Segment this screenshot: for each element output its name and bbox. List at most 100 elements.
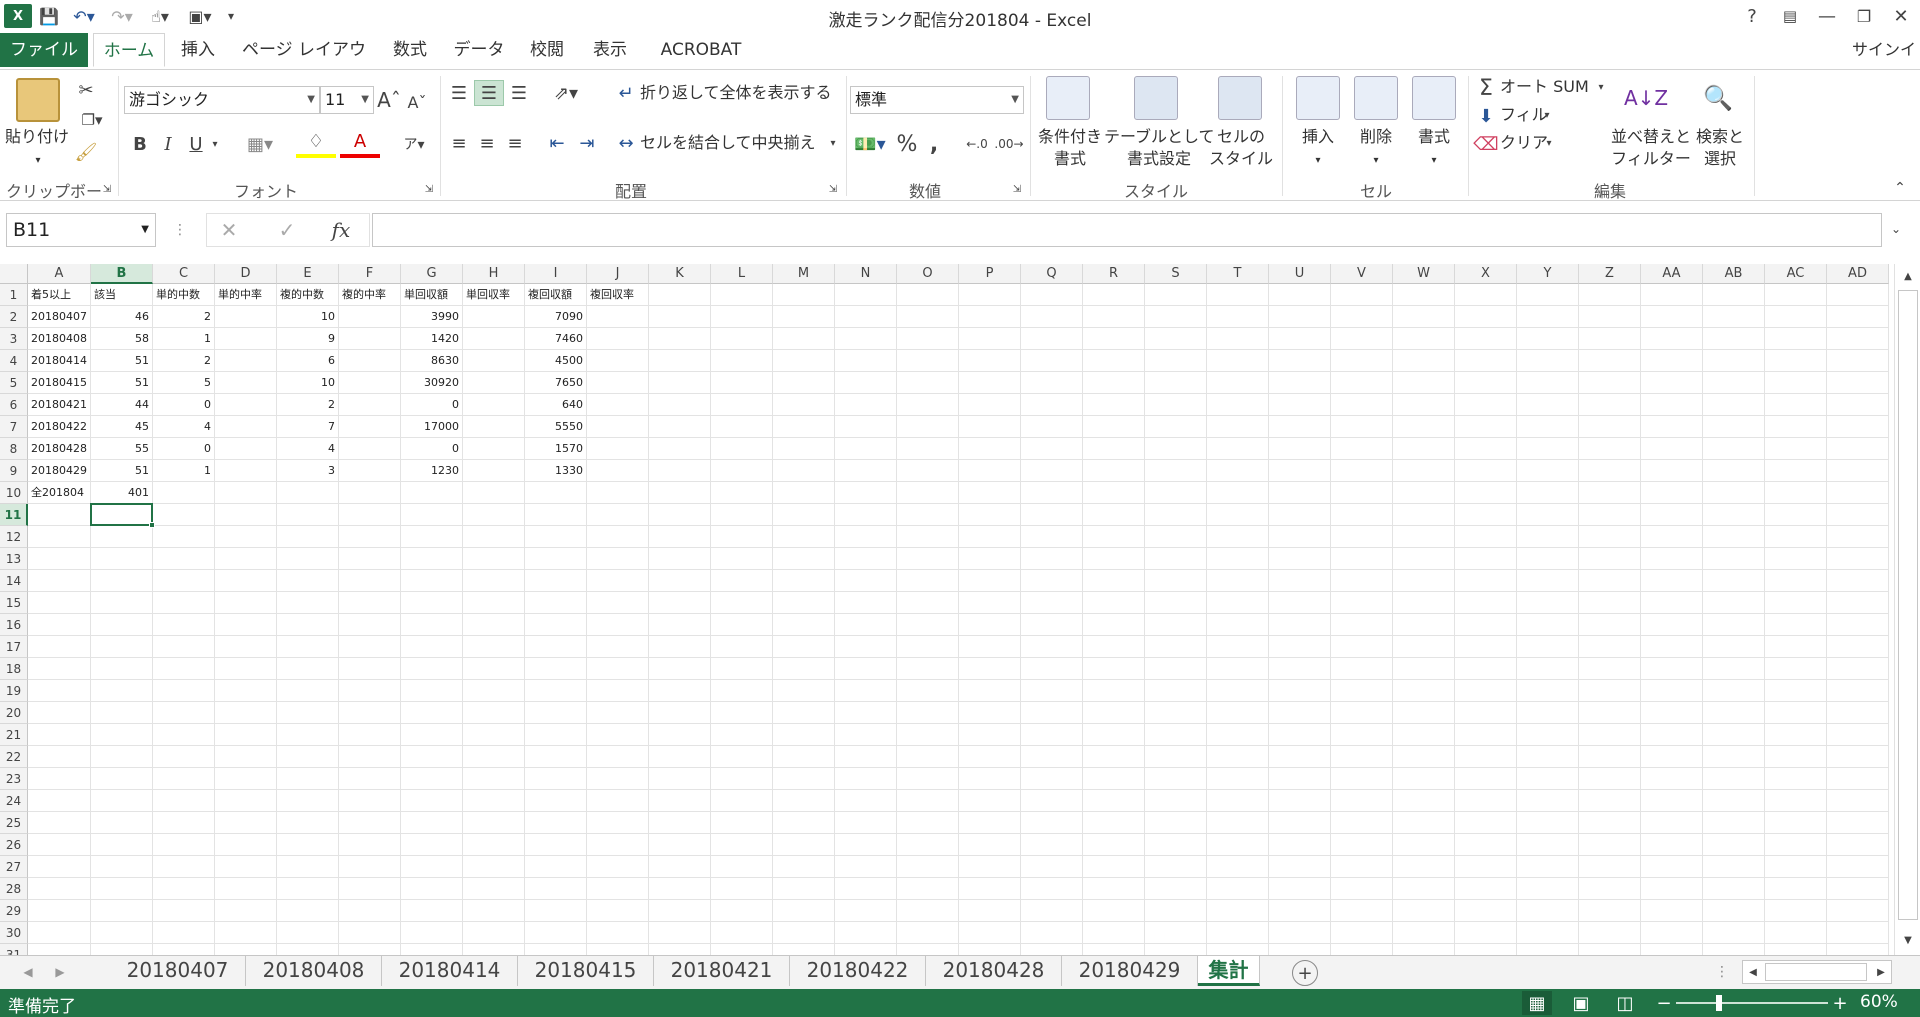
cell[interactable] [773, 372, 835, 394]
cell[interactable] [525, 812, 587, 834]
cell[interactable] [1021, 614, 1083, 636]
cell[interactable]: 55 [91, 438, 153, 460]
cell[interactable]: 20180414 [28, 350, 91, 372]
cell[interactable] [1021, 438, 1083, 460]
font-size-combo[interactable]: 11 ▼ [320, 86, 374, 114]
cell[interactable] [1269, 900, 1331, 922]
cell[interactable] [215, 306, 277, 328]
tab-acrobat[interactable]: ACROBAT [646, 33, 756, 67]
cell[interactable]: 44 [91, 394, 153, 416]
phonetic-guide-icon[interactable]: ア▾ [396, 130, 432, 158]
cell[interactable] [649, 768, 711, 790]
cell[interactable] [277, 548, 339, 570]
cell[interactable] [711, 856, 773, 878]
cell[interactable] [1765, 350, 1827, 372]
cell[interactable] [215, 394, 277, 416]
cell[interactable] [525, 680, 587, 702]
cell[interactable] [1021, 658, 1083, 680]
cell[interactable] [339, 526, 401, 548]
cell[interactable] [1331, 548, 1393, 570]
cell[interactable] [1145, 372, 1207, 394]
cell[interactable] [1641, 350, 1703, 372]
cell[interactable] [1827, 482, 1889, 504]
cell[interactable] [1517, 878, 1579, 900]
cell[interactable] [277, 724, 339, 746]
cell[interactable] [711, 416, 773, 438]
cell[interactable] [1765, 922, 1827, 944]
cell[interactable] [1765, 790, 1827, 812]
cell[interactable] [1021, 592, 1083, 614]
cell[interactable] [1331, 922, 1393, 944]
cell[interactable] [897, 328, 959, 350]
cell[interactable] [153, 570, 215, 592]
cell[interactable] [1703, 592, 1765, 614]
column-header[interactable]: S [1145, 264, 1207, 284]
column-header[interactable]: B [91, 264, 153, 284]
cell[interactable] [897, 878, 959, 900]
cell[interactable] [1393, 306, 1455, 328]
cell[interactable] [215, 790, 277, 812]
cell[interactable] [1207, 372, 1269, 394]
cell[interactable] [1083, 900, 1145, 922]
cell[interactable] [1083, 746, 1145, 768]
cell[interactable] [1765, 768, 1827, 790]
cell[interactable] [1579, 592, 1641, 614]
cell[interactable] [1021, 328, 1083, 350]
cell[interactable] [711, 680, 773, 702]
cell[interactable] [1827, 416, 1889, 438]
cell[interactable] [773, 526, 835, 548]
cell[interactable] [401, 900, 463, 922]
cell[interactable] [835, 680, 897, 702]
cell[interactable]: 20180422 [28, 416, 91, 438]
column-header[interactable]: AC [1765, 264, 1827, 284]
cell[interactable] [1703, 394, 1765, 416]
column-header[interactable]: R [1083, 264, 1145, 284]
cell[interactable] [773, 680, 835, 702]
cell[interactable] [1641, 790, 1703, 812]
ribbon-display-options-icon[interactable]: ▤ [1775, 2, 1805, 30]
cell[interactable] [153, 812, 215, 834]
cell[interactable] [1517, 636, 1579, 658]
cell[interactable] [1517, 900, 1579, 922]
cell[interactable] [959, 856, 1021, 878]
cell[interactable] [525, 922, 587, 944]
tab-insert[interactable]: 挿入 [170, 33, 226, 67]
cell[interactable] [835, 790, 897, 812]
page-layout-view-icon[interactable]: ▣ [1566, 991, 1596, 1015]
cell[interactable] [1641, 284, 1703, 306]
cell[interactable] [1331, 812, 1393, 834]
cell[interactable] [1579, 944, 1641, 955]
tab-data[interactable]: データ [446, 33, 512, 67]
cell[interactable] [1455, 306, 1517, 328]
decrease-indent-icon[interactable]: ⇤ [544, 130, 570, 156]
cell[interactable] [339, 900, 401, 922]
percent-button[interactable]: % [894, 130, 920, 158]
delete-dropdown-icon[interactable]: ▾ [1366, 150, 1386, 172]
cell[interactable] [1331, 856, 1393, 878]
cell[interactable] [897, 460, 959, 482]
cell[interactable] [1145, 284, 1207, 306]
cell[interactable] [1331, 658, 1393, 680]
cell[interactable] [1455, 416, 1517, 438]
cell[interactable] [1083, 372, 1145, 394]
cell[interactable] [1021, 702, 1083, 724]
cell[interactable] [587, 526, 649, 548]
cell[interactable] [959, 372, 1021, 394]
cell[interactable] [1269, 548, 1331, 570]
cell[interactable]: 複的中数 [277, 284, 339, 306]
cell[interactable] [835, 900, 897, 922]
cell[interactable] [1765, 724, 1827, 746]
cell[interactable] [1393, 834, 1455, 856]
cell[interactable] [1021, 790, 1083, 812]
cell[interactable] [401, 746, 463, 768]
cell[interactable] [215, 746, 277, 768]
cell[interactable] [277, 878, 339, 900]
cell[interactable] [1703, 614, 1765, 636]
cell[interactable] [1517, 768, 1579, 790]
cell[interactable] [153, 724, 215, 746]
cell[interactable] [1269, 746, 1331, 768]
cell[interactable] [1455, 592, 1517, 614]
cell[interactable] [959, 460, 1021, 482]
cell[interactable] [587, 812, 649, 834]
cell[interactable] [587, 548, 649, 570]
